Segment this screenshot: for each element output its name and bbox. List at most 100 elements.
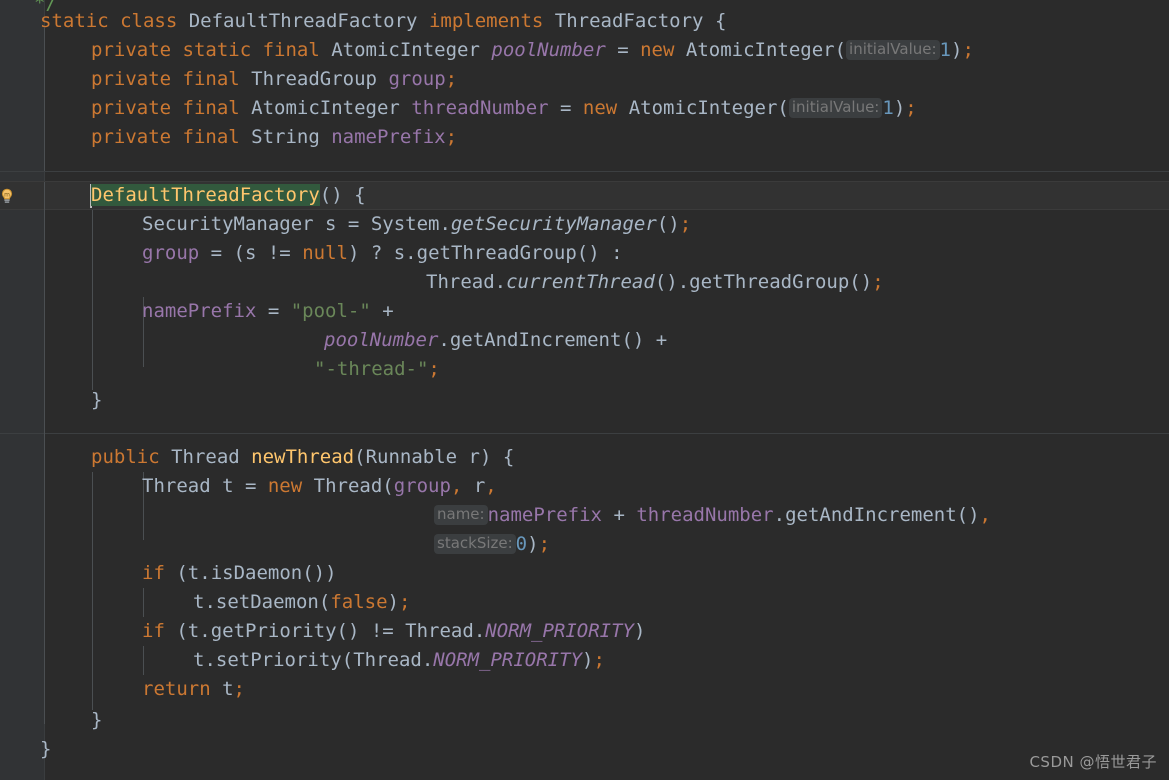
code-token-keyword: private final bbox=[91, 68, 252, 90]
code-token-field: group bbox=[393, 475, 451, 497]
code-token-field: poolNumber bbox=[491, 39, 618, 61]
code-line[interactable]: private final String namePrefix; bbox=[91, 123, 457, 152]
code-line[interactable]: private static final AtomicInteger poolN… bbox=[91, 36, 974, 65]
code-token-type: AtomicInteger bbox=[251, 97, 412, 119]
code-token-keyword: implements bbox=[428, 10, 555, 32]
code-line[interactable]: Thread.currentThread().getThreadGroup(); bbox=[426, 268, 884, 297]
code-token-field: threadNumber bbox=[636, 504, 774, 526]
code-token-field: group bbox=[142, 242, 211, 264]
code-line[interactable]: t.setPriority(Thread.NORM_PRIORITY); bbox=[193, 646, 605, 675]
code-token-type: ThreadFactory bbox=[554, 10, 715, 32]
code-token-punct: ; bbox=[872, 271, 884, 293]
editor-gutter[interactable] bbox=[0, 0, 44, 780]
code-line[interactable]: name: namePrefix + threadNumber.getAndInc… bbox=[434, 501, 991, 530]
code-token-punct: ; bbox=[679, 213, 692, 235]
code-token-field: group bbox=[388, 68, 446, 90]
code-token-type: ThreadGroup bbox=[251, 68, 389, 90]
code-token-punct: . bbox=[199, 620, 211, 642]
code-token-type: SecurityManager bbox=[142, 213, 326, 235]
code-token-type: AtomicInteger bbox=[331, 39, 492, 61]
code-token-punct: { bbox=[714, 10, 727, 32]
code-token-type: AtomicInteger bbox=[685, 39, 835, 61]
code-token-constant: NORM_PRIORITY bbox=[433, 649, 583, 671]
code-editor[interactable]: m */ static class DefaultThreadFactory i… bbox=[0, 0, 1169, 780]
code-line[interactable]: static class DefaultThreadFactory implem… bbox=[40, 7, 726, 36]
code-line[interactable]: } bbox=[91, 386, 102, 415]
code-token-punct: , bbox=[485, 475, 497, 497]
code-token-punct: . bbox=[494, 271, 507, 293]
code-token-punct: ) ? bbox=[347, 242, 394, 264]
code-token-punct: ; bbox=[233, 678, 245, 700]
code-token-punct: = bbox=[617, 39, 641, 61]
code-token-punct: } bbox=[40, 738, 52, 760]
code-token-punct: + bbox=[613, 504, 637, 526]
code-line[interactable]: DefaultThreadFactory() { bbox=[91, 181, 366, 210]
inlay-hint-initialvalue: initialValue: bbox=[846, 40, 940, 60]
watermark: CSDN @悟世君子 bbox=[1029, 753, 1157, 771]
code-line[interactable]: poolNumber.getAndIncrement() + bbox=[324, 326, 667, 355]
code-token-number: 1 bbox=[882, 97, 894, 119]
code-token-type: String bbox=[251, 126, 332, 148]
code-line[interactable]: namePrefix = "pool-" + bbox=[142, 297, 394, 326]
code-token-punct: + bbox=[382, 300, 394, 322]
code-token-var: t bbox=[222, 678, 234, 700]
code-token-punct: } bbox=[91, 709, 103, 731]
code-token-punct: () bbox=[956, 504, 980, 526]
svg-text:m: m bbox=[4, 192, 10, 199]
code-line[interactable]: private final AtomicInteger threadNumber… bbox=[91, 94, 917, 123]
code-line[interactable]: "-thread-"; bbox=[314, 355, 440, 384]
code-line[interactable]: stackSize: 0); bbox=[434, 530, 550, 559]
code-line[interactable]: t.setDaemon(false); bbox=[193, 588, 410, 617]
indent-guide bbox=[143, 588, 144, 617]
code-line[interactable]: Thread t = new Thread(group, r, bbox=[142, 472, 497, 501]
code-token-string: "pool-" bbox=[290, 300, 383, 322]
code-token-punct: = bbox=[560, 97, 583, 119]
code-token-method: getPriority bbox=[210, 620, 337, 642]
region-separator bbox=[0, 171, 1169, 172]
code-line[interactable]: } bbox=[40, 735, 51, 764]
code-token-keyword: return bbox=[142, 678, 223, 700]
code-token-var: s bbox=[393, 242, 406, 264]
code-token-type: DefaultThreadFactory bbox=[188, 10, 429, 32]
code-token-punct: ; bbox=[905, 97, 917, 119]
code-token-punct: ; bbox=[428, 358, 440, 380]
code-token-punct: . bbox=[473, 620, 486, 642]
code-line[interactable]: } bbox=[91, 706, 102, 735]
code-token-punct: = bbox=[244, 475, 268, 497]
indent-guide bbox=[44, 434, 45, 724]
code-line[interactable]: group = (s != null) ? s.getThreadGroup()… bbox=[142, 239, 623, 268]
code-token-method: setPriority bbox=[215, 649, 342, 671]
indent-guide bbox=[92, 210, 93, 390]
code-token-punct: ( bbox=[318, 591, 331, 613]
code-token-method: setDaemon bbox=[215, 591, 319, 613]
code-token-punct: ; bbox=[445, 68, 458, 90]
code-token-punct: ( bbox=[176, 562, 188, 584]
code-token-keyword: private final bbox=[91, 97, 252, 119]
code-token-punct: != bbox=[267, 242, 303, 264]
code-token-punct: ( bbox=[176, 620, 188, 642]
code-token-punct: ( bbox=[382, 475, 394, 497]
code-token-type: Thread bbox=[405, 620, 474, 642]
code-line[interactable]: private final ThreadGroup group; bbox=[91, 65, 457, 94]
code-line[interactable]: return t; bbox=[142, 675, 245, 704]
code-token-keyword: private final bbox=[91, 126, 252, 148]
code-line[interactable]: public Thread newThread(Runnable r) { bbox=[91, 443, 514, 472]
indent-guide bbox=[44, 28, 45, 171]
code-token-keyword: new bbox=[640, 39, 686, 61]
code-token-punct: ) bbox=[387, 591, 399, 613]
code-line[interactable]: SecurityManager s = System.getSecurityMa… bbox=[142, 210, 691, 239]
code-token-keyword: if bbox=[142, 620, 177, 642]
code-token-var: r bbox=[473, 475, 486, 497]
code-token-constant: NORM_PRIORITY bbox=[485, 620, 634, 642]
code-token-keyword: if bbox=[142, 562, 177, 584]
code-line[interactable]: if (t.getPriority() != Thread.NORM_PRIOR… bbox=[142, 617, 645, 646]
lightbulb-icon[interactable]: m bbox=[0, 187, 16, 205]
code-token-punct: = bbox=[267, 300, 291, 322]
code-token-punct: () bbox=[849, 271, 873, 293]
region-separator bbox=[0, 433, 1169, 434]
code-token-punct: . bbox=[438, 329, 450, 351]
code-token-type: Thread bbox=[426, 271, 495, 293]
code-line[interactable]: if (t.isDaemon()) bbox=[142, 559, 337, 588]
code-token-punct: . bbox=[405, 242, 417, 264]
inlay-hint-initialvalue: initialValue: bbox=[788, 98, 883, 118]
